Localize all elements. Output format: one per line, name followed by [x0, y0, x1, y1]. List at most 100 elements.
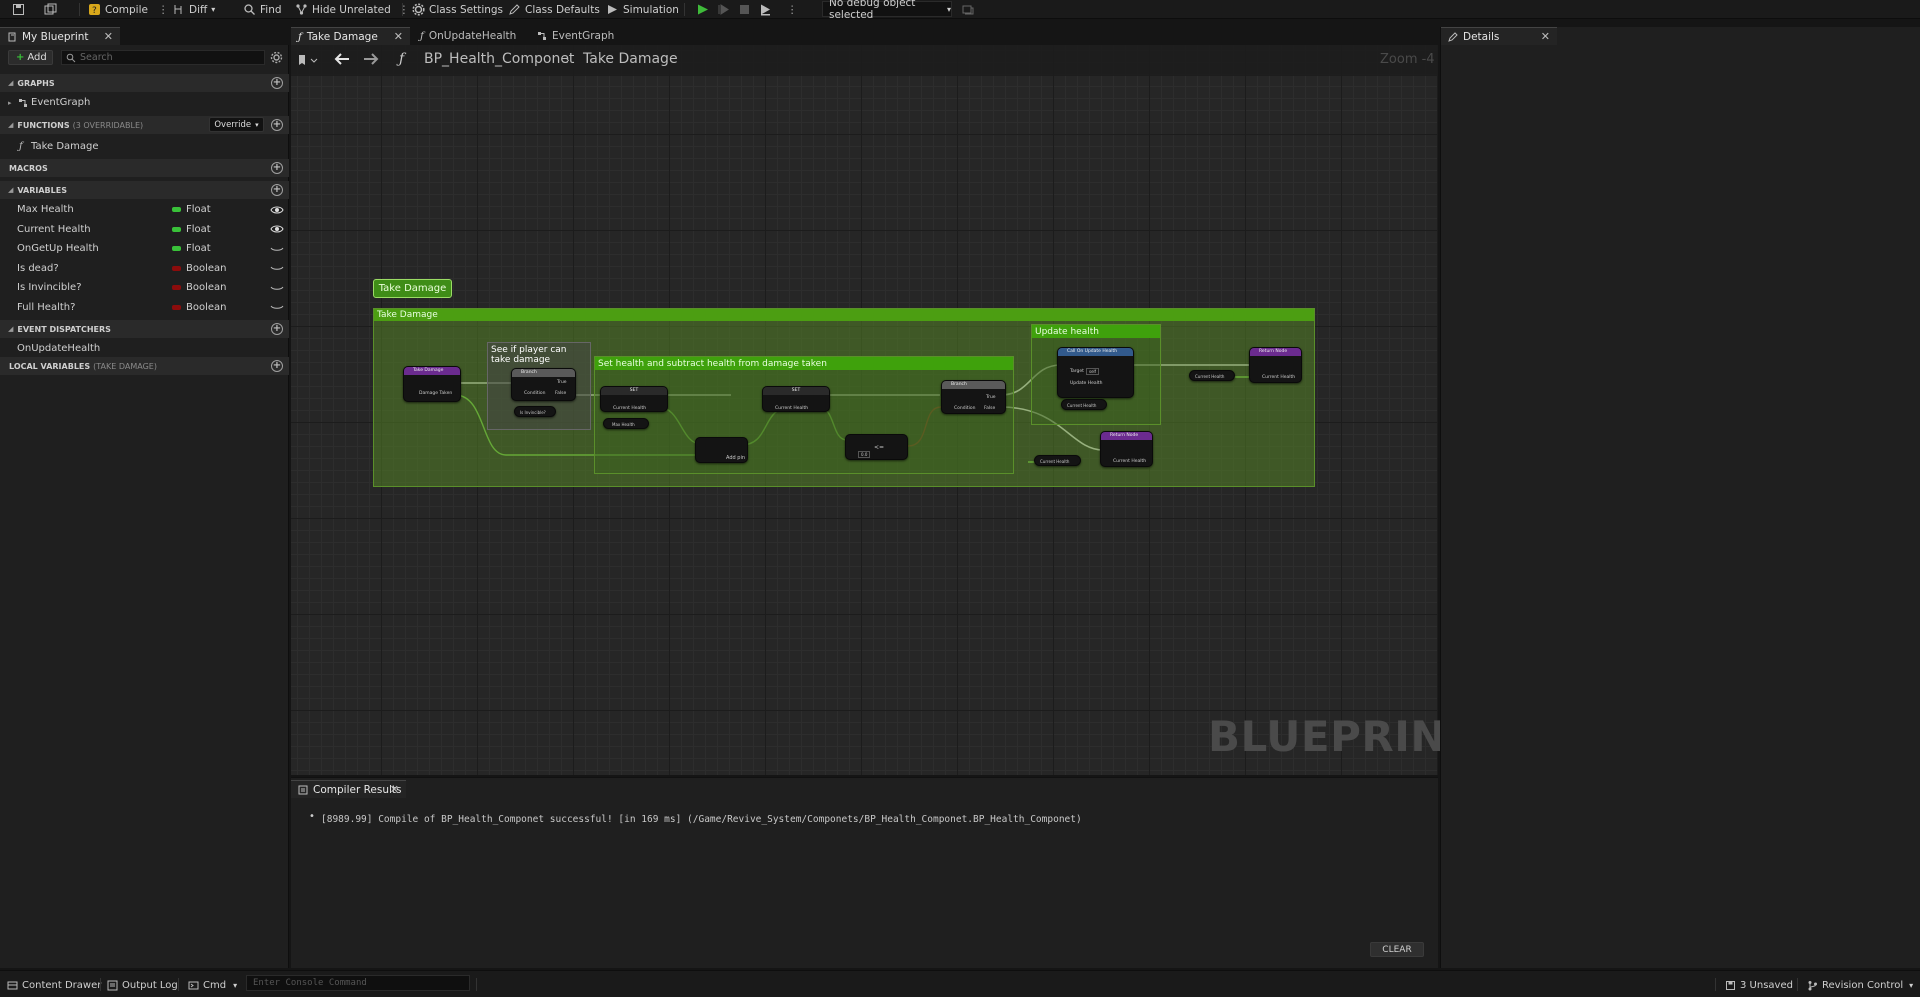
function-item-take-damage[interactable]: ƒ Take Damage	[0, 137, 289, 156]
comment-check-label: See if player can take damage	[491, 345, 567, 365]
node-branch-1[interactable]: Branch True False Condition	[511, 368, 576, 401]
expand-icon[interactable]: ▸	[8, 99, 12, 107]
add-macro-icon[interactable]: +	[271, 162, 283, 174]
revision-control-button[interactable]: Revision Control ▾	[1807, 977, 1913, 993]
variable-item[interactable]: Current Health Float	[0, 220, 289, 239]
variable-type[interactable]: Boolean	[172, 302, 227, 313]
event-dispatchers-section-header[interactable]: ◢ EVENT DISPATCHERS +	[0, 320, 289, 338]
search-input[interactable]: Search	[61, 50, 265, 65]
clear-button[interactable]: CLEAR	[1370, 942, 1424, 957]
close-icon[interactable]: ✕	[390, 783, 399, 796]
variable-type-color	[172, 226, 181, 232]
cmd-dropdown[interactable]: Cmd ▾	[188, 977, 237, 993]
local-variables-section-header[interactable]: LOCAL VARIABLES (TAKE DAMAGE) +	[0, 357, 289, 375]
node-entry-pin: Damage Taken	[419, 391, 453, 396]
add-graph-icon[interactable]: +	[271, 77, 283, 89]
tab-compiler-results[interactable]: Compiler Results ✕	[291, 780, 406, 798]
forward-arrow-icon[interactable]	[363, 53, 379, 65]
node-return-1[interactable]: Return Node Current Health	[1249, 347, 1302, 383]
node-branch-2[interactable]: Branch True False Condition	[941, 380, 1006, 414]
tab-take-damage[interactable]: ƒ Take Damage ✕	[291, 27, 410, 45]
graphs-section-header[interactable]: ◢ GRAPHS +	[0, 74, 289, 92]
tab-details[interactable]: Details ✕	[1441, 27, 1557, 45]
eye-closed-icon[interactable]	[270, 283, 284, 293]
settings-gear-icon[interactable]	[270, 51, 283, 64]
add-button[interactable]: + Add	[8, 50, 53, 65]
debug-object-select[interactable]: No debug object selected ▾	[822, 0, 952, 21]
tab-eventgraph[interactable]: EventGraph	[530, 27, 630, 45]
class-settings-button[interactable]: Class Settings	[412, 1, 503, 18]
add-variable-icon[interactable]: +	[271, 184, 283, 196]
breadcrumb-root[interactable]: BP_Health_Componet	[424, 51, 574, 67]
class-defaults-button[interactable]: Class Defaults	[508, 1, 600, 18]
eye-open-icon[interactable]	[270, 224, 284, 234]
variable-type[interactable]: Float	[172, 224, 211, 235]
node-return-2[interactable]: Return Node Current Health	[1100, 431, 1153, 467]
hide-unrelated-button[interactable]: Hide Unrelated ⋮	[295, 1, 409, 18]
eject-button[interactable]	[759, 1, 772, 18]
node-entry[interactable]: Take Damage Damage Taken	[403, 366, 461, 402]
variable-type[interactable]: Float	[172, 204, 211, 215]
log-bullet: •	[309, 811, 315, 822]
comment-set-health[interactable]: Set health and subtract health from dama…	[594, 356, 1014, 474]
save-button[interactable]	[12, 1, 25, 18]
debug-filter-button[interactable]	[961, 1, 974, 18]
function-entry-button[interactable]: Take Damage	[373, 279, 452, 298]
close-icon[interactable]: ✕	[394, 30, 403, 43]
eye-closed-icon[interactable]	[270, 302, 284, 312]
stop-button[interactable]	[738, 1, 751, 18]
node-current-health-getter-2[interactable]: Current Health	[1189, 370, 1235, 381]
add-local-variable-icon[interactable]: +	[271, 360, 283, 372]
variable-type[interactable]: Boolean	[172, 282, 227, 293]
variable-type[interactable]: Float	[172, 243, 211, 254]
variables-section-header[interactable]: ◢ VARIABLES +	[0, 181, 289, 199]
node-current-health-getter-1[interactable]: Current Health	[1061, 399, 1107, 410]
close-icon[interactable]: ✕	[104, 30, 113, 43]
simulation-button[interactable]: Simulation	[606, 1, 679, 18]
back-arrow-icon[interactable]	[334, 53, 350, 65]
play-button[interactable]	[696, 1, 709, 18]
eye-open-icon[interactable]	[270, 205, 284, 215]
node-is-invincible-getter[interactable]: Is Invincible?	[514, 406, 556, 417]
unsaved-button[interactable]: 3 Unsaved	[1725, 977, 1793, 993]
node-set-1[interactable]: SET Current Health	[600, 386, 668, 412]
play-options-icon[interactable]: ⋮	[787, 1, 798, 18]
close-icon[interactable]: ✕	[1541, 30, 1550, 43]
node-set-2[interactable]: SET Current Health	[762, 386, 830, 412]
graph-item-eventgraph[interactable]: ▸ EventGraph	[0, 93, 289, 112]
node-max-health-getter[interactable]: Max Health	[603, 418, 649, 429]
variable-item[interactable]: Max Health Float	[0, 200, 289, 219]
variable-item[interactable]: Is dead? Boolean	[0, 259, 289, 278]
breadcrumb-leaf[interactable]: Take Damage	[583, 51, 678, 67]
bookmark-icon[interactable]	[297, 54, 321, 66]
dispatcher-item-onupdatehealth[interactable]: OnUpdateHealth	[0, 339, 289, 358]
step-button[interactable]	[717, 1, 730, 18]
tab-my-blueprint[interactable]: My Blueprint ✕	[0, 27, 120, 45]
find-button[interactable]: Find	[243, 1, 282, 18]
node-call-update-health[interactable]: Call On Update Health Target self Update…	[1057, 347, 1134, 398]
variable-item[interactable]: Full Health? Boolean	[0, 298, 289, 317]
content-drawer-button[interactable]: Content Drawer	[7, 977, 101, 993]
node-subtract[interactable]: Add pin	[695, 437, 748, 463]
functions-section-header[interactable]: ◢ FUNCTIONS (3 OVERRIDABLE) Override ▾ +	[0, 116, 289, 134]
browse-button[interactable]	[44, 1, 57, 18]
variable-type[interactable]: Boolean	[172, 263, 227, 274]
node-current-health-getter-3[interactable]: Current Health	[1034, 455, 1081, 466]
add-function-icon[interactable]: +	[271, 119, 283, 131]
add-dispatcher-icon[interactable]: +	[271, 323, 283, 335]
override-dropdown[interactable]: Override ▾	[209, 117, 264, 132]
hide-unrelated-options-icon[interactable]: ⋮	[399, 4, 410, 16]
eye-closed-icon[interactable]	[270, 244, 284, 254]
console-input[interactable]: Enter Console Command	[246, 975, 470, 991]
node-less-equal[interactable]: <= 0.0	[845, 434, 908, 460]
compile-button[interactable]: ? Compile ⋮	[88, 1, 168, 18]
plus-icon: +	[16, 52, 25, 63]
eye-closed-icon[interactable]	[270, 263, 284, 273]
diff-button[interactable]: Diff ▾	[172, 1, 215, 18]
compile-options-icon[interactable]: ⋮	[158, 4, 169, 16]
tab-onupdatehealth[interactable]: ƒ OnUpdateHealth	[413, 27, 525, 45]
variable-item[interactable]: Is Invincible? Boolean	[0, 278, 289, 297]
output-log-button[interactable]: Output Log	[107, 977, 178, 993]
macros-section-header[interactable]: MACROS +	[0, 159, 289, 177]
variable-item[interactable]: OnGetUp Health Float	[0, 239, 289, 258]
